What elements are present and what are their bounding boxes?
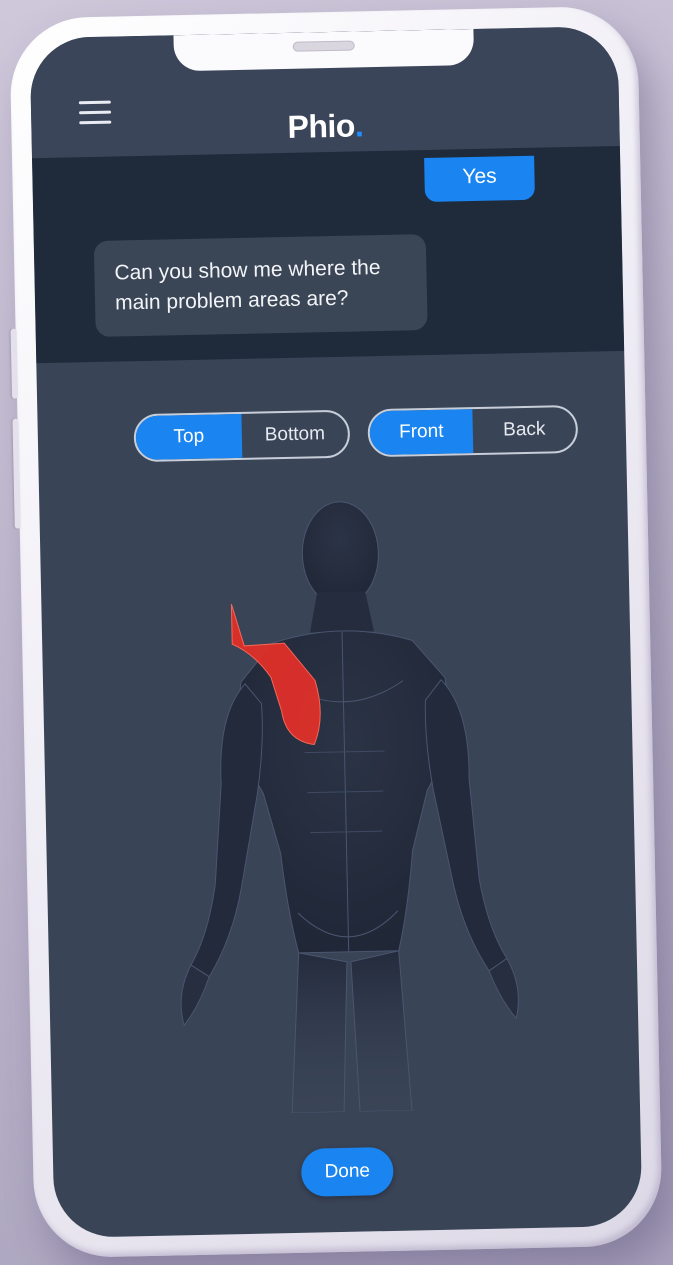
app-logo-dot: .: [354, 107, 364, 144]
top-bottom-toggle: Top Bottom: [133, 409, 351, 463]
toggle-bottom[interactable]: Bottom: [241, 412, 348, 458]
phone-side-button: [10, 328, 19, 399]
body-silhouette: [180, 501, 519, 1114]
toggle-front[interactable]: Front: [369, 409, 474, 456]
reply-yes-bubble[interactable]: Yes: [424, 155, 535, 203]
toggle-top[interactable]: Top: [135, 413, 243, 461]
speaker-grille: [292, 40, 355, 52]
phone-notch: [173, 28, 475, 72]
chat-panel: Yes Can you show me where the main probl…: [32, 145, 625, 364]
question-bubble: Can you show me where the main problem a…: [93, 234, 428, 337]
toggle-back[interactable]: Back: [472, 407, 576, 453]
front-back-toggle: Front Back: [367, 404, 579, 458]
body-map-figure[interactable]: [159, 488, 532, 1115]
app-logo: Phio.: [31, 102, 620, 151]
done-button[interactable]: Done: [300, 1146, 394, 1197]
phone-screen: Phio. Yes Can you show me where the main…: [29, 25, 643, 1239]
phone-volume-button: [12, 418, 21, 529]
app-logo-text: Phio: [287, 107, 356, 145]
phone-frame: Phio. Yes Can you show me where the main…: [9, 5, 663, 1259]
